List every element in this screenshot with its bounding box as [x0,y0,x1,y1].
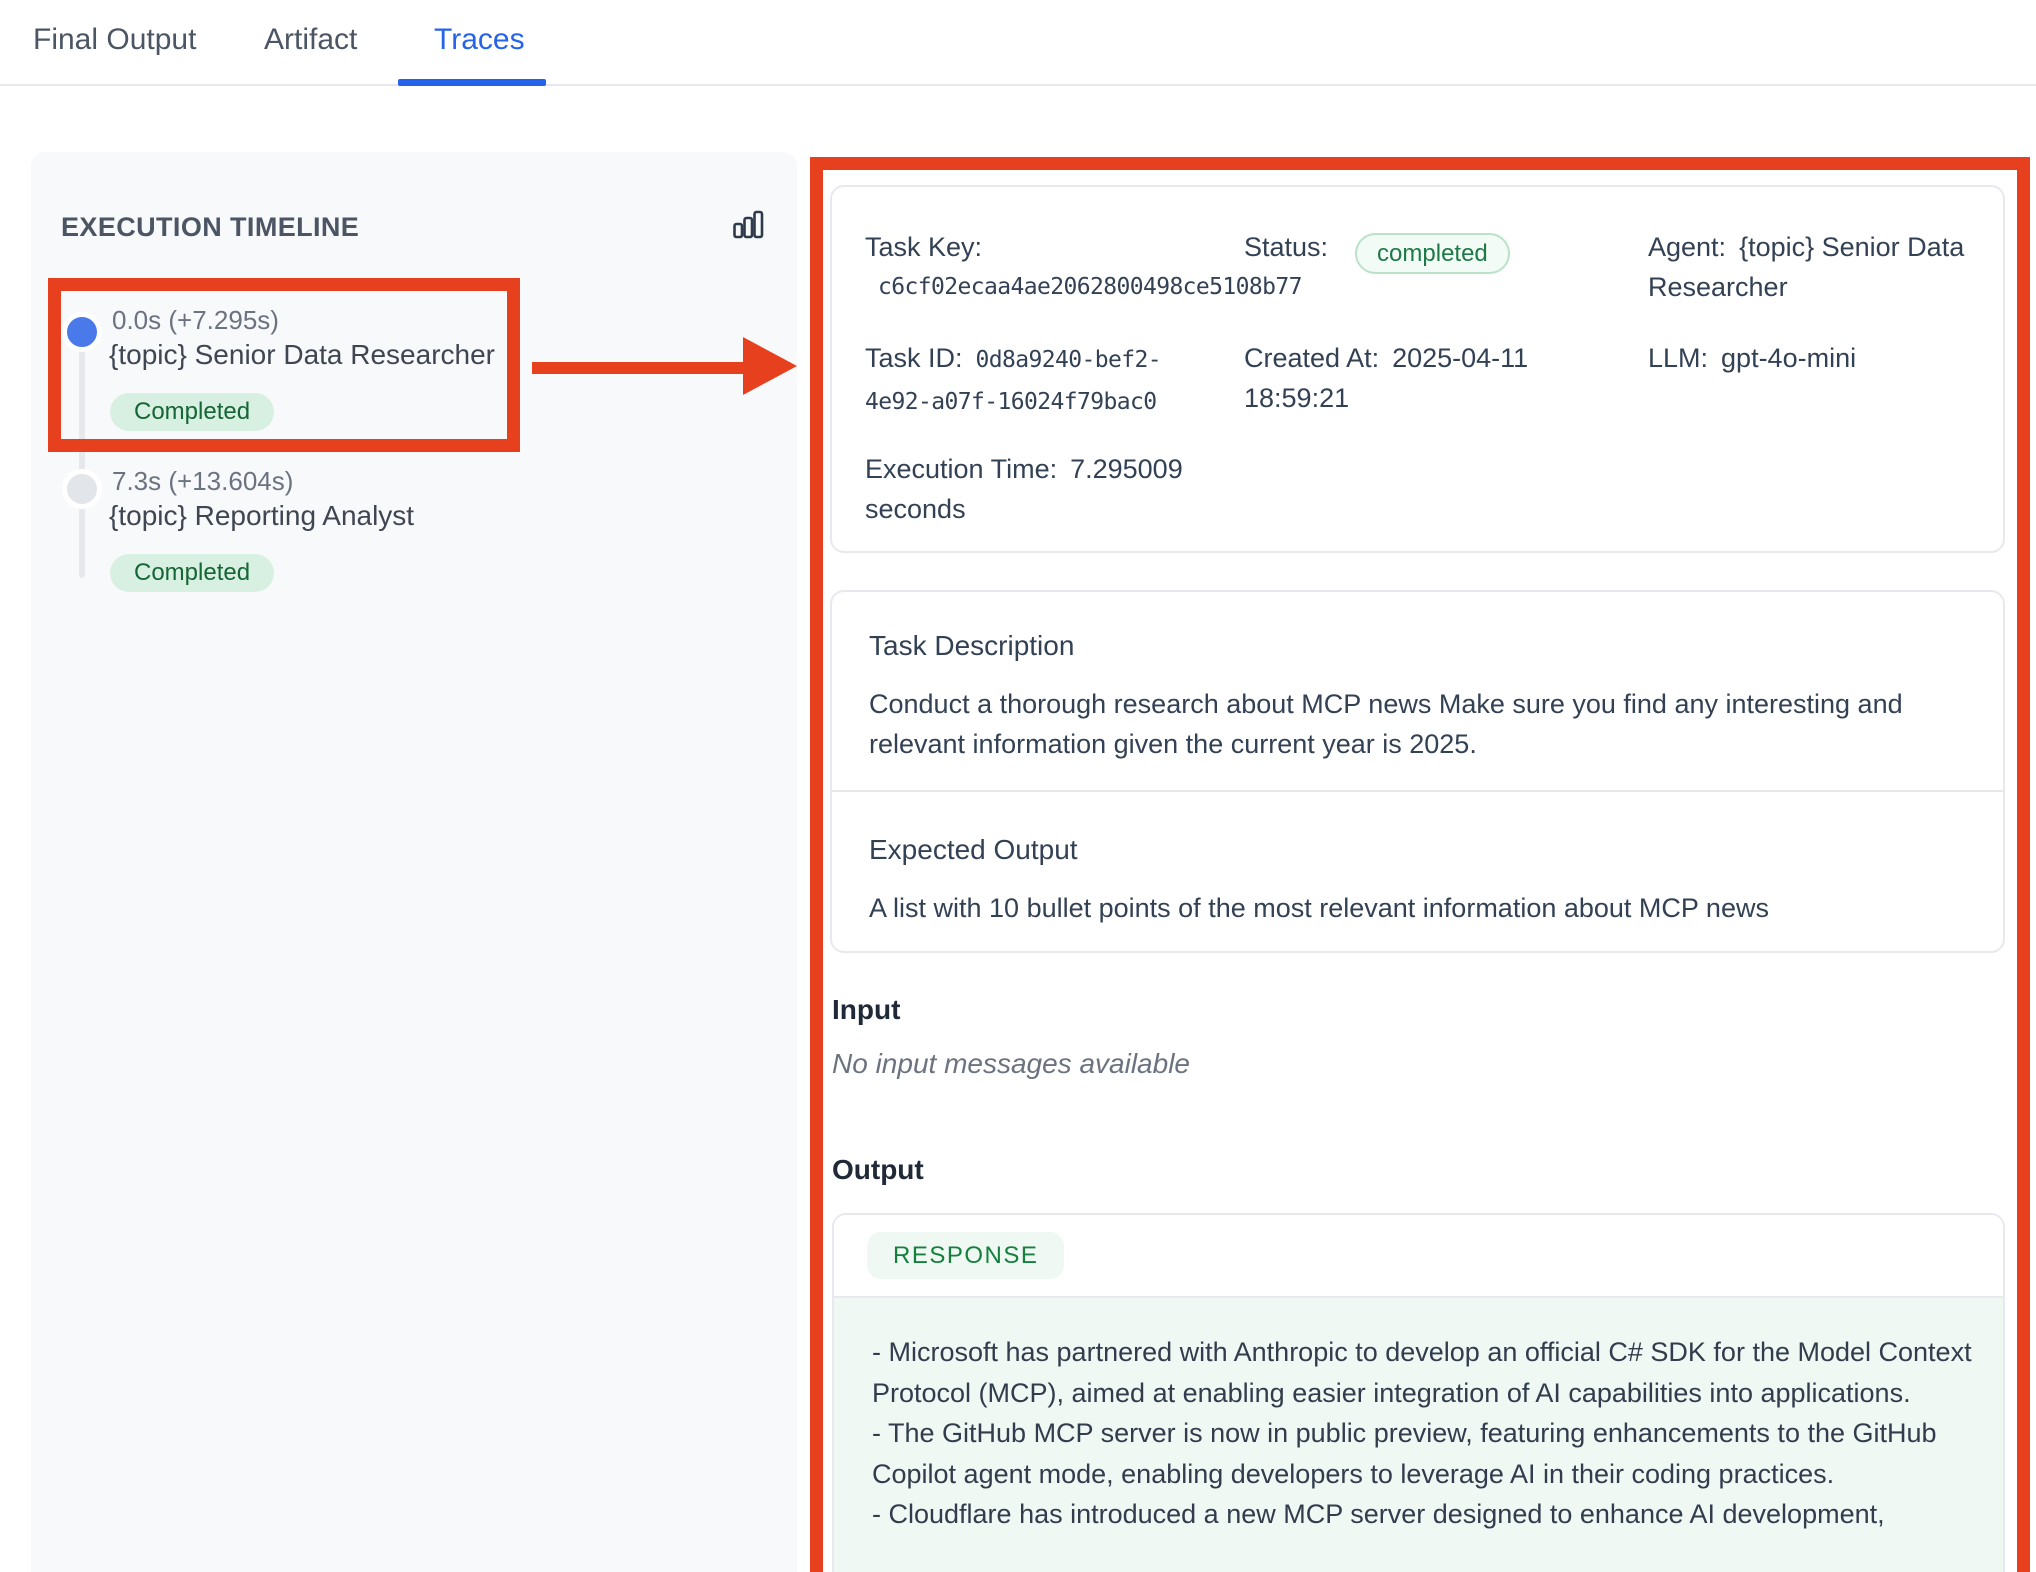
agent-label: Agent: [1648,232,1726,262]
status-badge: completed [1355,233,1510,274]
response-card-header: RESPONSE [834,1215,2003,1298]
expected-output-section: Expected Output A list with 10 bullet po… [832,792,2003,928]
output-heading: Output [832,1154,924,1186]
task-description-card: Task Description Conduct a thorough rese… [830,590,2005,953]
response-body: - Microsoft has partnered with Anthropic… [834,1298,2003,1572]
task-key-label: Task Key: [865,232,982,262]
task-key-field: Task Key: c6cf02ecaa4ae2062800498ce5108b… [865,227,1220,338]
task-key-value: c6cf02ecaa4ae2062800498ce5108b77 [865,267,1220,307]
input-heading: Input [832,994,900,1026]
input-empty-message: No input messages available [832,1048,1190,1080]
timeline-status-badge: Completed [110,393,274,431]
llm-value: gpt-4o-mini [1721,343,1856,373]
tab-artifact[interactable]: Artifact [264,22,357,58]
execution-timeline-panel: EXECUTION TIMELINE 0.0s (+7.295s) {topic… [31,152,797,1572]
timeline-item-senior-data-researcher[interactable]: 0.0s (+7.295s) {topic} Senior Data Resea… [91,302,751,452]
timeline-item-time: 0.0s (+7.295s) [112,305,279,336]
execution-time-label: Execution Time: [865,454,1057,484]
task-id-field: Task ID:0d8a9240-bef2-4e92-a07f-16024f79… [865,338,1220,449]
tab-bar-divider [0,84,2036,86]
task-id-label: Task ID: [865,343,963,373]
response-badge: RESPONSE [867,1232,1064,1279]
timeline-status-badge: Completed [110,554,274,592]
timeline-item-time: 7.3s (+13.604s) [112,466,293,497]
active-tab-underline [398,79,546,86]
status-field: Status: completed [1244,227,1624,338]
tab-traces[interactable]: Traces [434,22,525,58]
created-at-label: Created At: [1244,343,1379,373]
timeline-item-name: {topic} Senior Data Researcher [109,339,495,371]
timeline-item-reporting-analyst[interactable]: 7.3s (+13.604s) {topic} Reporting Analys… [91,463,751,613]
tab-bar: Final Output Artifact Traces [0,0,2036,86]
traces-page: Final Output Artifact Traces EXECUTION T… [0,0,2036,1572]
response-card: RESPONSE - Microsoft has partnered with … [832,1213,2005,1572]
status-label: Status: [1244,232,1328,262]
task-description-body: Conduct a thorough research about MCP ne… [869,684,1959,764]
timeline-item-name: {topic} Reporting Analyst [109,500,414,532]
response-text: - Microsoft has partnered with Anthropic… [872,1332,1973,1535]
expected-output-title: Expected Output [869,834,1967,866]
task-description-title: Task Description [869,630,1967,662]
execution-time-field: Execution Time:7.295009 seconds [865,449,1220,551]
llm-field: LLM: gpt-4o-mini [1648,338,1991,449]
task-description-section: Task Description Conduct a thorough rese… [832,592,2003,792]
agent-field: Agent:{topic} Senior Data Researcher [1648,227,1991,338]
created-at-field: Created At:2025-04-11 18:59:21 [1244,338,1624,449]
expected-output-body: A list with 10 bullet points of the most… [869,888,1959,928]
execution-timeline-title: EXECUTION TIMELINE [61,212,359,243]
tab-final-output[interactable]: Final Output [33,22,196,58]
bar-chart-icon[interactable] [731,208,765,242]
task-meta-card: Task Key: c6cf02ecaa4ae2062800498ce5108b… [830,185,2005,553]
llm-label: LLM: [1648,343,1708,373]
timeline-connector-line [79,350,85,578]
